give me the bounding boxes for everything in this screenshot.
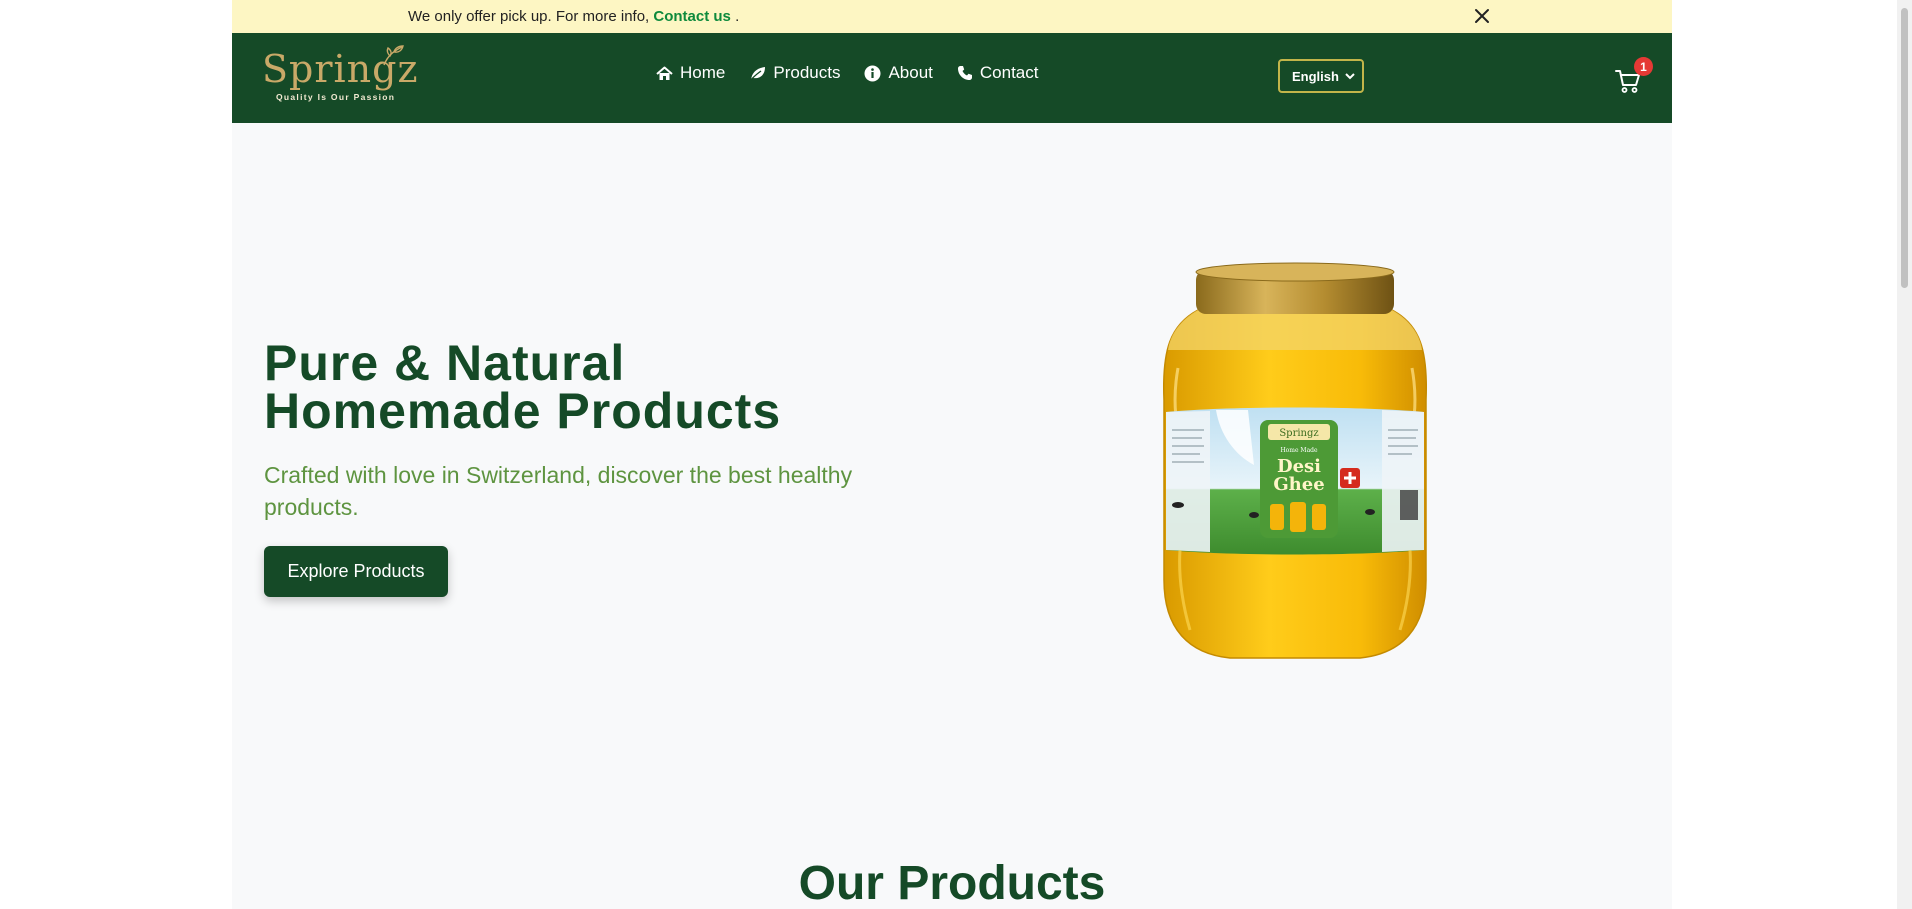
nav-products-label: Products	[773, 63, 841, 82]
info-icon	[864, 65, 881, 81]
main-nav: Home Products About Contact	[656, 63, 1062, 83]
nav-contact[interactable]: Contact	[957, 63, 1039, 83]
nav-home[interactable]: Home	[656, 63, 725, 83]
nav-about[interactable]: About	[864, 63, 933, 83]
jar-label-brand: Springz	[1279, 428, 1318, 439]
brand-tagline: Quality Is Our Passion	[276, 92, 396, 102]
nav-about-label: About	[888, 63, 933, 82]
close-icon[interactable]	[1471, 5, 1493, 27]
site-header: Springz Quality Is Our Passion Home Prod…	[232, 33, 1672, 123]
announcement-text: We only offer pick up. For more info,	[408, 8, 654, 25]
phone-icon	[957, 66, 972, 80]
page: We only offer pick up. For more info, Co…	[232, 0, 1672, 909]
hero-title: Pure & Natural Homemade Products	[264, 335, 782, 439]
nav-products[interactable]: Products	[749, 63, 840, 83]
language-select[interactable]: English	[1278, 59, 1364, 93]
nav-contact-label: Contact	[979, 63, 1039, 82]
home-icon	[656, 66, 673, 80]
cart-count-badge: 1	[1634, 57, 1653, 76]
announcement-message: We only offer pick up. For more info, Co…	[408, 8, 739, 25]
brand-logo[interactable]: Springz Quality Is Our Passion	[262, 45, 418, 107]
nav-home-label: Home	[680, 63, 726, 82]
our-products-title: Our Products	[798, 857, 1106, 909]
contact-us-link[interactable]: Contact us	[653, 8, 731, 25]
chevron-down-icon	[1345, 73, 1355, 80]
announcement-bar: We only offer pick up. For more info, Co…	[232, 0, 1672, 33]
hero-title-line-1: Pure & Natural	[264, 335, 626, 391]
hero-subtitle: Crafted with love in Switzerland, discov…	[264, 462, 853, 520]
scrollbar-thumb[interactable]	[1901, 8, 1908, 288]
page-scrollbar[interactable]	[1897, 0, 1912, 909]
hero-title-line-2: Homemade Products	[264, 383, 782, 439]
explore-products-button[interactable]: Explore Products	[264, 546, 448, 597]
cart-button[interactable]: 1	[1614, 57, 1653, 97]
leaf-icon	[749, 66, 766, 81]
jar-label-line-3: Ghee	[1273, 474, 1324, 495]
language-selected: English	[1292, 68, 1339, 84]
jar-label-line-1: Home Made	[1280, 447, 1318, 454]
announcement-suffix: .	[730, 8, 740, 25]
ghee-jar-image: Springz Home Made Desi Ghee	[1162, 262, 1428, 659]
leaf-logo-icon	[383, 45, 404, 66]
